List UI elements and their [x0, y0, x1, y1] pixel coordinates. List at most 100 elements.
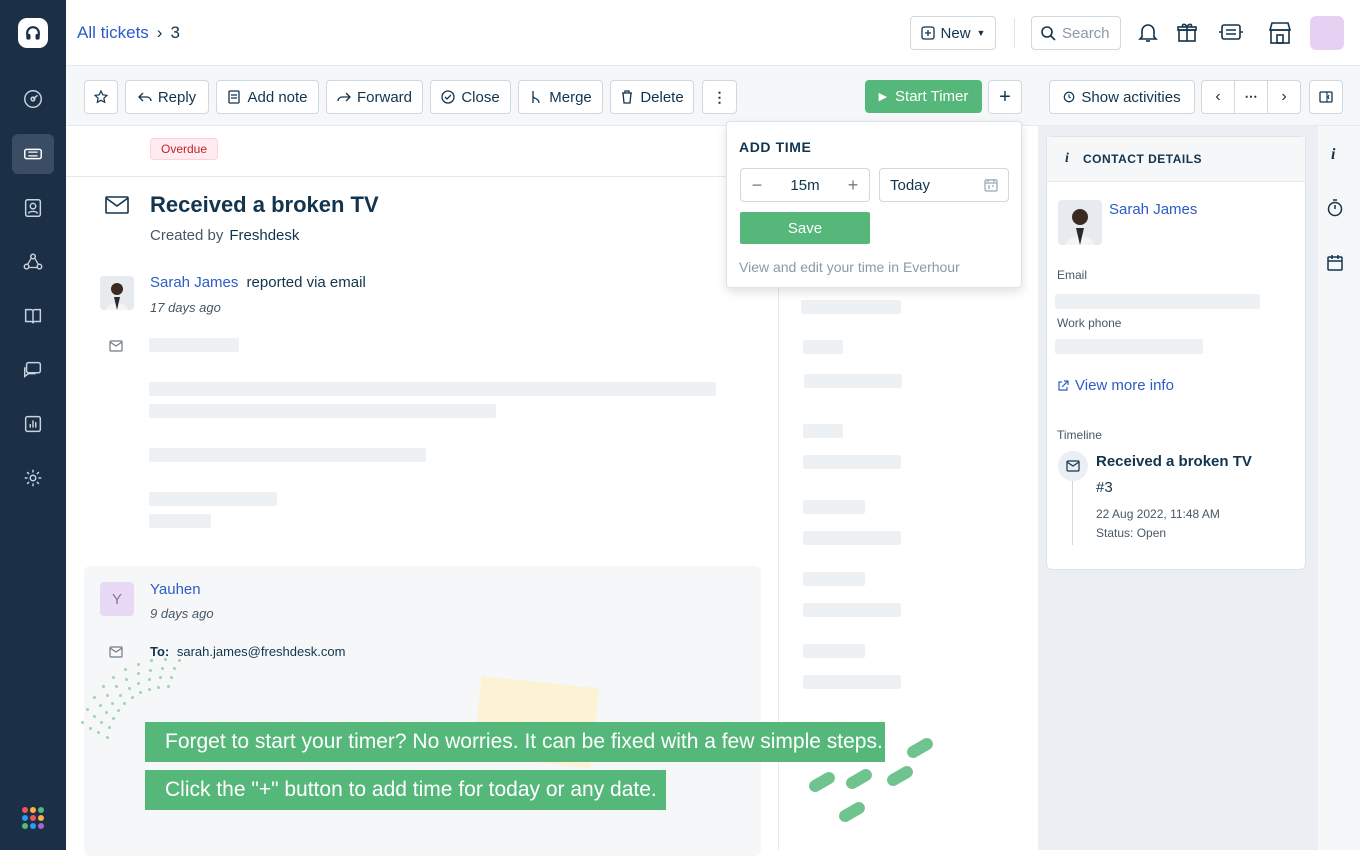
trash-icon [622, 90, 633, 104]
note-icon [228, 90, 241, 104]
add-time-plus-button[interactable]: + [988, 80, 1022, 114]
decorative-dot [166, 685, 170, 689]
dashboard-icon[interactable] [12, 79, 54, 119]
work-phone-label: Work phone [1057, 316, 1122, 330]
agent-name-link[interactable]: Yauhen [150, 581, 201, 598]
app-switcher-icon[interactable] [22, 807, 44, 829]
groups-icon[interactable] [12, 242, 54, 282]
ticket-number: 3 [170, 23, 180, 42]
contact-details-header: i CONTACT DETAILS [1047, 137, 1305, 182]
new-dropdown-button[interactable]: New ▼ [910, 16, 996, 50]
email-envelope-icon [105, 195, 129, 220]
loading-placeholder [1055, 339, 1203, 354]
decorative-dot [177, 658, 181, 662]
agent-avatar[interactable]: Y [100, 582, 134, 616]
contact-avatar[interactable] [1058, 200, 1102, 245]
decorative-dot [163, 658, 167, 661]
toggle-sidebar-button[interactable] [1309, 80, 1343, 114]
loading-placeholder [149, 338, 239, 352]
timer-stopwatch-icon[interactable] [1326, 199, 1344, 222]
info-icon[interactable]: i [1331, 146, 1335, 164]
discussions-icon[interactable] [12, 350, 54, 390]
reporter-avatar[interactable] [100, 276, 134, 310]
contact-sidebar: i CONTACT DETAILS Sarah James Email Work… [1038, 126, 1318, 850]
search-input[interactable]: Search [1031, 16, 1121, 50]
date-picker[interactable]: Today [879, 168, 1009, 202]
loading-placeholder [803, 675, 901, 689]
more-actions-button[interactable]: ⋮ [702, 80, 737, 114]
knowledge-base-icon[interactable] [12, 296, 54, 336]
ticket-list-button[interactable]: ⋯ [1234, 80, 1268, 114]
recipient-line: To: sarah.james@freshdesk.com [150, 644, 345, 659]
breadcrumb: All tickets › 3 [77, 23, 180, 43]
decorative-dot [148, 668, 152, 672]
next-ticket-button[interactable]: › [1267, 80, 1301, 114]
decorative-dot [160, 667, 164, 671]
calendar-app-icon[interactable] [1326, 254, 1344, 277]
contact-details-title: CONTACT DETAILS [1083, 152, 1203, 166]
email-label: Email [1057, 268, 1088, 282]
close-ticket-button[interactable]: Close [430, 80, 511, 114]
notifications-bell-icon[interactable] [1136, 20, 1160, 46]
close-label: Close [461, 88, 500, 106]
view-more-info-link[interactable]: View more info [1057, 377, 1174, 394]
announcements-icon[interactable] [1217, 20, 1245, 46]
forward-button[interactable]: Forward [326, 80, 423, 114]
loading-placeholder [801, 300, 901, 314]
delete-button[interactable]: Delete [610, 80, 694, 114]
show-activities-label: Show activities [1081, 88, 1181, 106]
gift-icon[interactable] [1175, 20, 1199, 46]
all-tickets-link[interactable]: All tickets [77, 23, 149, 42]
date-value: Today [890, 176, 931, 194]
duration-value[interactable]: 15m [773, 177, 837, 194]
show-activities-button[interactable]: Show activities [1049, 80, 1195, 114]
start-timer-button[interactable]: ▶ Start Timer [865, 80, 982, 113]
start-timer-label: Start Timer [895, 88, 969, 105]
save-time-button[interactable]: Save [740, 212, 870, 244]
contact-name-link[interactable]: Sarah James [1109, 201, 1197, 218]
user-avatar[interactable] [1310, 16, 1344, 50]
reply-arrow-icon [137, 92, 152, 102]
timeline-connector [1072, 481, 1073, 545]
settings-gear-icon[interactable] [12, 458, 54, 498]
marketplace-store-icon[interactable] [1266, 19, 1294, 47]
ticket-subject: Received a broken TV [150, 192, 379, 217]
minus-icon[interactable]: − [741, 175, 773, 196]
star-icon [94, 90, 108, 104]
loading-placeholder [149, 404, 496, 418]
plus-icon[interactable]: + [837, 175, 869, 196]
add-time-title: ADD TIME [739, 139, 812, 155]
star-button[interactable] [84, 80, 118, 114]
decorative-dot [158, 676, 162, 680]
previous-ticket-button[interactable]: ‹ [1201, 80, 1235, 114]
loading-placeholder [149, 382, 716, 396]
to-label: To: [150, 644, 170, 659]
reporter-name-link[interactable]: Sarah James [150, 274, 238, 291]
loading-placeholder [149, 514, 211, 528]
add-note-button[interactable]: Add note [216, 80, 319, 114]
reported-time-ago: 17 days ago [150, 300, 221, 315]
contacts-icon[interactable] [12, 188, 54, 228]
loading-placeholder [804, 374, 902, 388]
decorative-dot [130, 695, 134, 699]
search-placeholder: Search [1062, 24, 1110, 42]
freshdesk-logo[interactable] [18, 18, 48, 48]
clock-icon [1064, 91, 1075, 103]
recipient-email: sarah.james@freshdesk.com [176, 644, 346, 659]
info-icon: i [1065, 151, 1070, 166]
reply-message: Y Yauhen 9 days ago To: sarah.james@fres… [84, 566, 761, 856]
reports-icon[interactable] [12, 404, 54, 444]
view-more-info-label: View more info [1075, 377, 1174, 394]
decorative-dot [105, 710, 109, 714]
timeline-label: Timeline [1057, 428, 1102, 442]
timeline-status: Status: Open [1096, 526, 1167, 540]
duration-stepper[interactable]: − 15m + [740, 168, 870, 202]
decorative-dot [101, 685, 105, 689]
merge-button[interactable]: Merge [518, 80, 603, 114]
decorative-dot [147, 687, 151, 691]
decorative-dot [118, 693, 122, 697]
tickets-icon[interactable] [12, 134, 54, 174]
timeline-ticket-title[interactable]: Received a broken TV [1096, 453, 1252, 470]
right-rail: i [1318, 126, 1360, 850]
reply-button[interactable]: Reply [125, 80, 209, 114]
